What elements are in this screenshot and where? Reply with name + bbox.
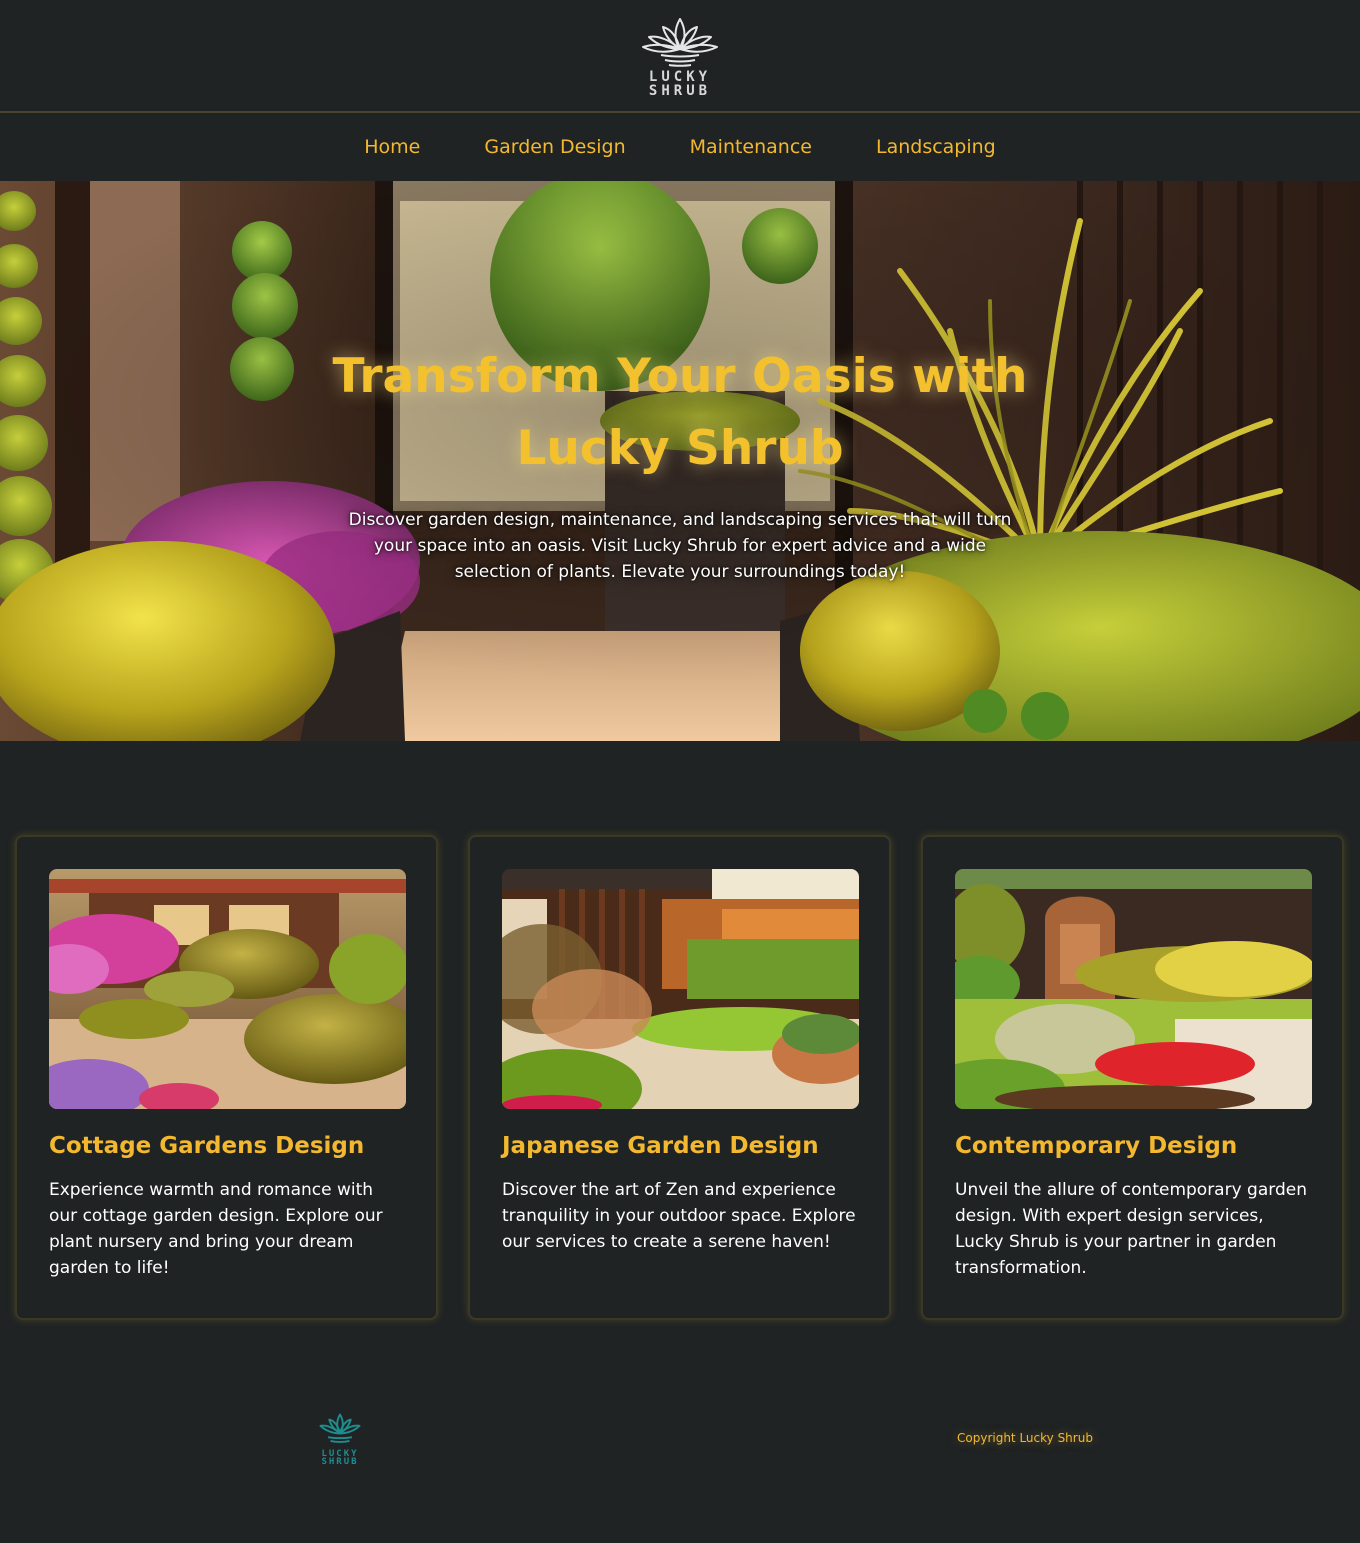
- logo-wordmark-line2: SHRUB: [648, 82, 712, 99]
- nav-link-maintenance[interactable]: Maintenance: [690, 136, 812, 158]
- logo-wordmark-line1: LUCKY: [648, 68, 712, 85]
- card-japanese-garden[interactable]: Japanese Garden Design Discover the art …: [468, 835, 891, 1320]
- card-title: Japanese Garden Design: [502, 1133, 819, 1159]
- footer-logo-wordmark-line2: SHRUB: [321, 1457, 359, 1467]
- contemporary-garden-image: [955, 869, 1312, 1109]
- hero-title: Transform Your Oasis with Lucky Shrub: [332, 349, 1028, 476]
- card-contemporary-design[interactable]: Contemporary Design Unveil the allure of…: [921, 835, 1344, 1320]
- copyright-text: Copyright Lucky Shrub: [957, 1431, 1093, 1445]
- card-description: Discover the art of Zen and experience t…: [502, 1180, 856, 1252]
- hero-content: Transform Your Oasis with Lucky Shrub Di…: [0, 341, 1360, 585]
- card-description: Unveil the allure of contemporary garden…: [955, 1180, 1307, 1278]
- card-title: Contemporary Design: [955, 1133, 1238, 1159]
- japanese-garden-image: [502, 869, 859, 1109]
- cottage-garden-image: [49, 869, 406, 1109]
- card-description: Experience warmth and romance with our c…: [49, 1180, 383, 1278]
- service-cards: Cottage Gardens Design Experience warmth…: [15, 835, 1345, 1320]
- nav-link-home[interactable]: Home: [364, 136, 420, 158]
- main-navigation: Home Garden Design Maintenance Landscapi…: [0, 113, 1360, 181]
- hero-description: Discover garden design, maintenance, and…: [348, 510, 1012, 582]
- site-header: LUCKY SHRUB: [0, 0, 1360, 113]
- hero-section: Transform Your Oasis with Lucky Shrub Di…: [0, 181, 1360, 741]
- card-title: Cottage Gardens Design: [49, 1133, 365, 1159]
- nav-link-garden-design[interactable]: Garden Design: [484, 136, 625, 158]
- card-cottage-gardens[interactable]: Cottage Gardens Design Experience warmth…: [15, 835, 438, 1320]
- lotus-logo-icon: [641, 15, 719, 69]
- footer-logo[interactable]: LUCKY SHRUB: [311, 1412, 369, 1467]
- header-logo[interactable]: LUCKY SHRUB: [635, 15, 725, 99]
- lotus-logo-icon: [314, 1412, 366, 1450]
- nav-link-landscaping[interactable]: Landscaping: [876, 136, 996, 158]
